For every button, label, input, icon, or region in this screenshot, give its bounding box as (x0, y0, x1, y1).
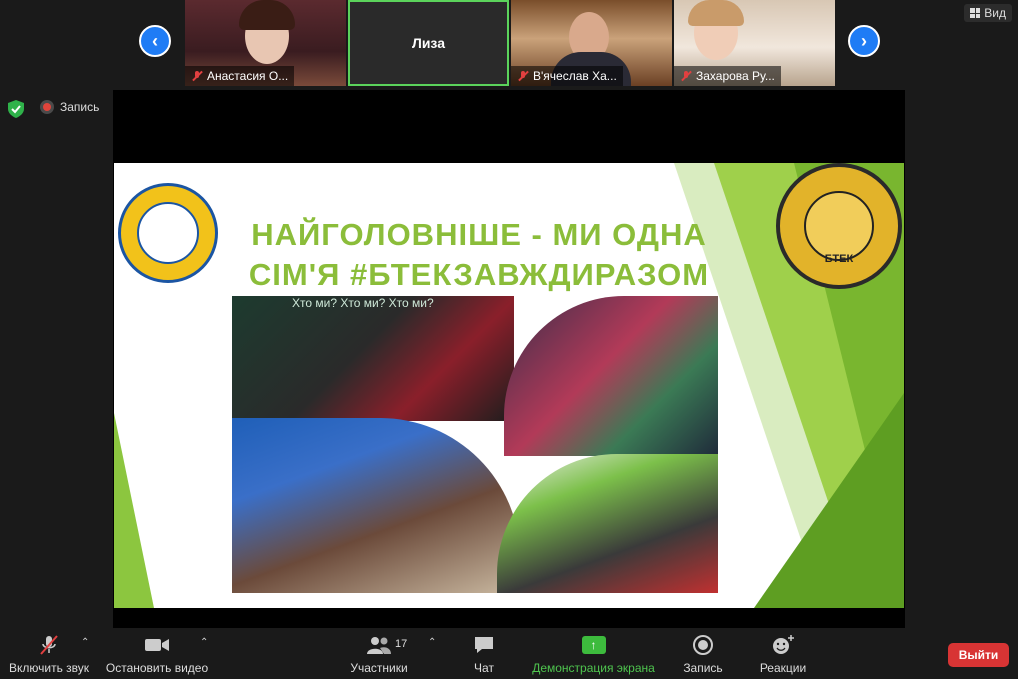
photo-stage-group (232, 418, 520, 593)
smiley-plus-icon (771, 633, 795, 657)
btek-logo-right: БТЕК (776, 163, 902, 289)
record-button[interactable]: Запись (681, 629, 725, 679)
view-button-label: Вид (984, 6, 1006, 20)
share-screen-button[interactable]: ↑ Демонстрация экрана (530, 629, 657, 679)
video-options-caret-icon[interactable]: ⌃ (200, 637, 208, 648)
record-label: Запись (683, 661, 723, 675)
photo-graduation: Хто ми? Хто ми? Хто ми? (232, 296, 514, 421)
slide-title-line-2: СІМ'Я #БТЕКЗАВЖДИРАЗОМ (248, 257, 710, 292)
participant-name: Лиза (412, 35, 445, 51)
logo-emblem (137, 202, 199, 264)
grid-icon (970, 8, 981, 18)
microphone-muted-icon (517, 70, 529, 82)
participant-hair (239, 0, 295, 30)
view-button[interactable]: Вид (964, 4, 1012, 22)
participants-button[interactable]: Участники (348, 629, 410, 679)
participants-icon (366, 633, 392, 657)
leave-meeting-button[interactable]: Выйти (948, 643, 1009, 667)
zoom-meeting-window: ‹ Анастасия О... Лиза В'ячеслав Ха... За… (0, 0, 1018, 679)
meeting-toolbar: Включить звук ⌃ Остановить видео ⌃ Участ… (0, 629, 1018, 679)
participants-label: Участники (350, 661, 408, 675)
share-screen-icon: ↑ (581, 633, 606, 657)
chat-button[interactable]: Чат (466, 629, 502, 679)
microphone-muted-icon (191, 70, 203, 82)
slide-title: НАЙГОЛОВНІШЕ - МИ ОДНА СІМ'Я #БТЕКЗАВЖДИ… (234, 215, 724, 295)
photo-caption: Хто ми? Хто ми? Хто ми? (292, 296, 434, 310)
participant-video-tile[interactable]: В'ячеслав Ха... (511, 0, 672, 86)
participant-name-label: Анастасия О... (185, 66, 295, 86)
reactions-button[interactable]: Реакции (757, 629, 809, 679)
security-shield-icon[interactable] (8, 100, 24, 118)
university-logo-left (118, 183, 218, 283)
participant-name-label: Захарова Ру... (674, 66, 781, 86)
recording-label: Запись (60, 100, 100, 114)
stop-video-button[interactable]: Остановить видео (106, 629, 208, 679)
chevron-right-icon: › (861, 30, 867, 51)
photo-balloons-group (497, 454, 718, 593)
presentation-slide: БТЕК НАЙГОЛОВНІШЕ - МИ ОДНА СІМ'Я #БТЕКЗ… (114, 163, 904, 608)
participant-hair (688, 0, 744, 26)
record-icon (692, 633, 714, 657)
chat-bubble-icon (473, 633, 495, 657)
participants-options-caret-icon[interactable]: ⌃ (428, 637, 436, 648)
slide-title-line-1: НАЙГОЛОВНІШЕ - МИ ОДНА (251, 217, 707, 252)
audio-options-caret-icon[interactable]: ⌃ (81, 637, 89, 648)
participant-name: Захарова Ру... (696, 69, 775, 83)
previous-page-button[interactable]: ‹ (139, 25, 171, 57)
stop-video-label: Остановить видео (105, 661, 209, 675)
chevron-left-icon: ‹ (152, 30, 158, 51)
microphone-muted-icon (680, 70, 692, 82)
reactions-label: Реакции (759, 661, 807, 675)
participant-video-tile[interactable]: Анастасия О... (185, 0, 346, 86)
participant-strip: Анастасия О... Лиза В'ячеслав Ха... Заха… (185, 0, 835, 86)
unmute-button[interactable]: Включить звук (6, 629, 92, 679)
next-page-button[interactable]: › (848, 25, 880, 57)
chat-label: Чат (474, 661, 494, 675)
participant-name: В'ячеслав Ха... (533, 69, 617, 83)
logo-text: БТЕК (824, 253, 854, 265)
participant-video-tile[interactable]: Захарова Ру... (674, 0, 835, 86)
participants-count: 17 (395, 638, 408, 650)
participant-name-label: В'ячеслав Ха... (511, 66, 623, 86)
photo-collage: Хто ми? Хто ми? Хто ми? (232, 296, 718, 593)
microphone-muted-icon (38, 633, 60, 657)
video-camera-icon (144, 633, 170, 657)
participant-video-tile-active[interactable]: Лиза (348, 0, 509, 86)
photo-group-women (504, 296, 718, 456)
participant-name: Анастасия О... (207, 69, 289, 83)
unmute-label: Включить звук (8, 661, 90, 675)
shared-screen: БТЕК НАЙГОЛОВНІШЕ - МИ ОДНА СІМ'Я #БТЕКЗ… (113, 90, 905, 628)
logo-emblem (804, 191, 874, 261)
record-icon (40, 100, 54, 114)
recording-indicator[interactable]: Запись (40, 100, 99, 114)
share-screen-label: Демонстрация экрана (532, 661, 655, 675)
